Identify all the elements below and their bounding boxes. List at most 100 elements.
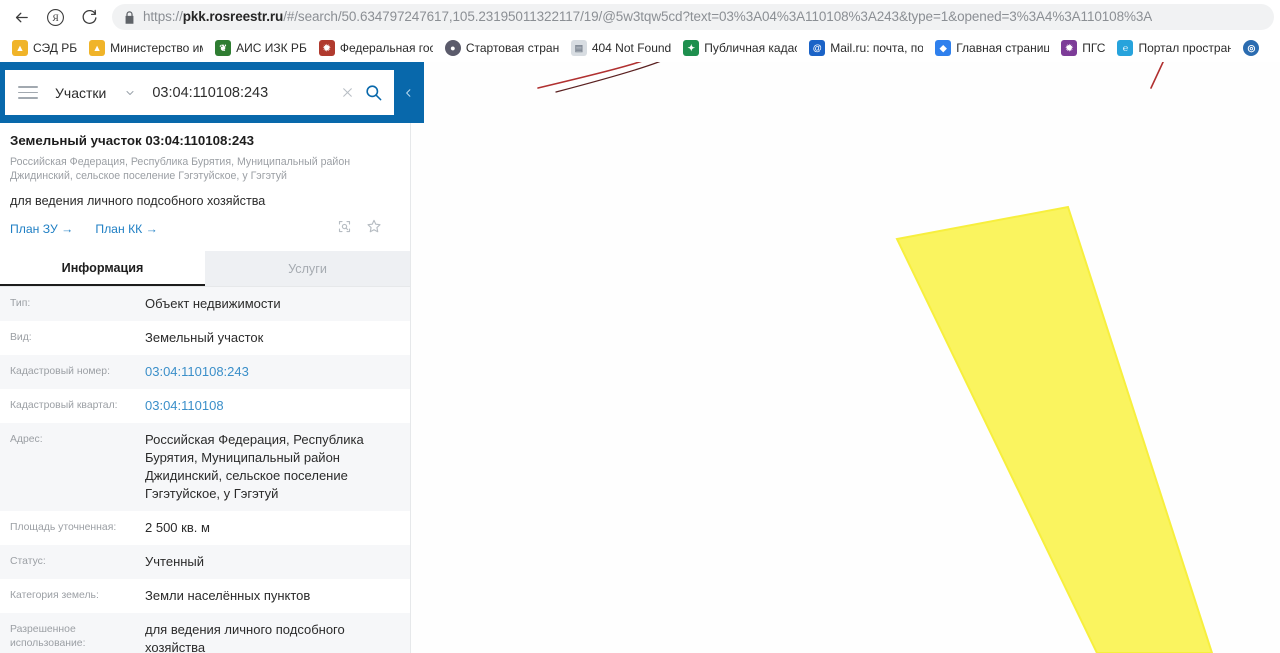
bookmarks-bar: ▲ СЭД РБ ▲ Министерство им ❦ АИС ИЗК РБ … (0, 34, 1280, 62)
table-row: Вид: Земельный участок (0, 321, 410, 355)
annotation-stroke-2 (555, 62, 661, 93)
bookmark-favicon: ✹ (318, 40, 335, 56)
search-icon[interactable] (358, 83, 388, 102)
bookmark-favicon: ℮ (1117, 40, 1134, 56)
bookmark-label: Федеральная гос (339, 41, 433, 55)
info-key: Кадастровый квартал: (10, 400, 118, 411)
parcel-polygon[interactable] (895, 205, 1214, 653)
bookmark-item[interactable]: ℮ Портал пространс (1111, 36, 1237, 60)
bookmark-label: СЭД РБ (33, 41, 78, 55)
status-badge: Учтенный (145, 554, 205, 569)
panel-tabs: Информация Услуги (0, 251, 410, 287)
search-field[interactable]: Участки 03:04:110108:243 (5, 70, 394, 115)
address-bar[interactable]: https://pkk.rosreestr.ru/#/search/50.634… (112, 4, 1274, 30)
table-row: Тип: Объект недвижимости (0, 287, 410, 321)
browser-toolbar: Я https://pkk.rosreestr.ru/#/search/50.6… (0, 0, 1280, 34)
plan-kk-link[interactable]: План КК → (95, 222, 158, 236)
info-value: Российская Федерация, Республика Бурятия… (145, 432, 364, 501)
info-value: Объект недвижимости (145, 296, 281, 311)
cadastral-number-link[interactable]: 03:04:110108:243 (145, 363, 400, 381)
lock-icon (124, 10, 135, 24)
reload-icon (82, 9, 97, 24)
bookmark-favicon: ✦ (683, 40, 700, 56)
bookmark-favicon: ▲ (89, 40, 106, 56)
table-row: Кадастровый номер: 03:04:110108:243 (0, 355, 410, 389)
hamburger-menu-icon[interactable] (15, 80, 41, 106)
svg-text:Я: Я (52, 14, 59, 24)
bookmark-item[interactable]: ● Стартовая стран (439, 36, 565, 60)
zoom-to-object-icon[interactable] (337, 219, 352, 234)
back-button[interactable] (4, 2, 38, 32)
close-icon[interactable] (336, 86, 358, 99)
bookmark-favicon: ▤ (570, 40, 587, 56)
info-key: Разрешенное использование: (10, 624, 86, 649)
bookmark-item[interactable]: ✹ Федеральная гос (313, 36, 439, 60)
yandex-logo-icon: Я (46, 8, 64, 26)
bookmark-item[interactable]: ▤ 404 Not Found (565, 36, 677, 60)
table-row: Категория земель: Земли населённых пункт… (0, 579, 410, 613)
bookmark-label: Mail.ru: почта, по (830, 41, 924, 55)
info-key: Тип: (10, 298, 31, 309)
chevron-left-icon[interactable] (400, 82, 416, 104)
bookmark-item[interactable]: ◆ Главная страница (929, 36, 1055, 60)
bookmark-item[interactable]: ✦ Публичная кадас (677, 36, 803, 60)
info-value: Земли населённых пунктов (145, 588, 311, 603)
favorite-star-icon[interactable] (366, 218, 382, 234)
object-address-subtitle: Российская Федерация, Республика Бурятия… (10, 156, 351, 182)
browser-window: Я https://pkk.rosreestr.ru/#/search/50.6… (0, 0, 1280, 653)
annotation-stroke-3 (1150, 62, 1164, 89)
info-key: Адрес: (10, 434, 43, 445)
info-value: 2 500 кв. м (145, 520, 210, 535)
bookmark-item[interactable]: ▲ СЭД РБ (6, 36, 83, 60)
table-row: Площадь уточненная: 2 500 кв. м (0, 511, 410, 545)
info-key: Вид: (10, 332, 32, 343)
search-category-label[interactable]: Участки (55, 85, 106, 101)
bookmark-label: Публичная кадас (704, 41, 798, 55)
bookmark-item[interactable]: ◎ (1237, 36, 1270, 60)
page-title: Земельный участок 03:04:110108:243 (10, 133, 255, 148)
bookmark-item[interactable]: ▲ Министерство им (83, 36, 209, 60)
bookmark-favicon: ◎ (1243, 40, 1260, 56)
bookmark-label: Стартовая стран (465, 41, 559, 55)
info-value: для ведения личного подсобного хозяйства (145, 622, 345, 653)
browser-chrome: Я https://pkk.rosreestr.ru/#/search/50.6… (0, 0, 1280, 62)
object-usage-subtitle: для ведения личного подсобного хозяйства (10, 194, 266, 208)
cadastral-quarter-link[interactable]: 03:04:110108 (145, 397, 400, 415)
tab-information[interactable]: Информация (0, 251, 205, 286)
bookmark-label: АИС ИЗК РБ (236, 41, 307, 55)
table-row: Разрешенное использование: для ведения л… (0, 613, 410, 653)
chevron-down-icon[interactable] (124, 87, 136, 99)
reload-button[interactable] (72, 2, 106, 32)
annotation-stroke-1 (537, 62, 642, 89)
info-key: Площадь уточненная: (10, 522, 117, 533)
panel-header: Земельный участок 03:04:110108:243 Росси… (0, 123, 410, 240)
bookmark-item[interactable]: @ Mail.ru: почта, по (803, 36, 929, 60)
plan-links-row: План ЗУ → План КК → (10, 218, 396, 240)
bookmark-item[interactable]: ❦ АИС ИЗК РБ (209, 36, 313, 60)
info-key: Статус: (10, 556, 46, 567)
plan-zu-link[interactable]: План ЗУ → (10, 222, 73, 236)
search-input[interactable]: 03:04:110108:243 (152, 85, 336, 101)
search-bar: Участки 03:04:110108:243 (0, 62, 424, 123)
bookmark-favicon: @ (809, 40, 826, 56)
back-arrow-icon (15, 12, 28, 22)
object-info-panel: Земельный участок 03:04:110108:243 Росси… (0, 123, 411, 653)
info-key: Категория земель: (10, 590, 99, 601)
bookmark-favicon: ◆ (935, 40, 952, 56)
bookmark-label: Министерство им (110, 41, 204, 55)
bookmark-label: ПГС (1082, 41, 1106, 55)
tab-services[interactable]: Услуги (205, 251, 410, 286)
info-key: Кадастровый номер: (10, 366, 110, 377)
bookmark-favicon: ● (444, 40, 461, 56)
yandex-button[interactable]: Я (38, 2, 72, 32)
bookmark-label: Портал пространс (1138, 41, 1232, 55)
info-value: Земельный участок (145, 330, 264, 345)
table-row: Адрес: Российская Федерация, Республика … (0, 423, 410, 511)
panel-header-icons (337, 218, 382, 234)
object-info-list: Тип: Объект недвижимости Вид: Земельный … (0, 287, 410, 653)
bookmark-label: Главная страница (956, 41, 1050, 55)
bookmark-favicon: ▲ (12, 40, 28, 56)
table-row: Статус: Учтенный (0, 545, 410, 579)
table-row: Кадастровый квартал: 03:04:110108 (0, 389, 410, 423)
bookmark-item[interactable]: ✹ ПГС (1055, 36, 1111, 60)
